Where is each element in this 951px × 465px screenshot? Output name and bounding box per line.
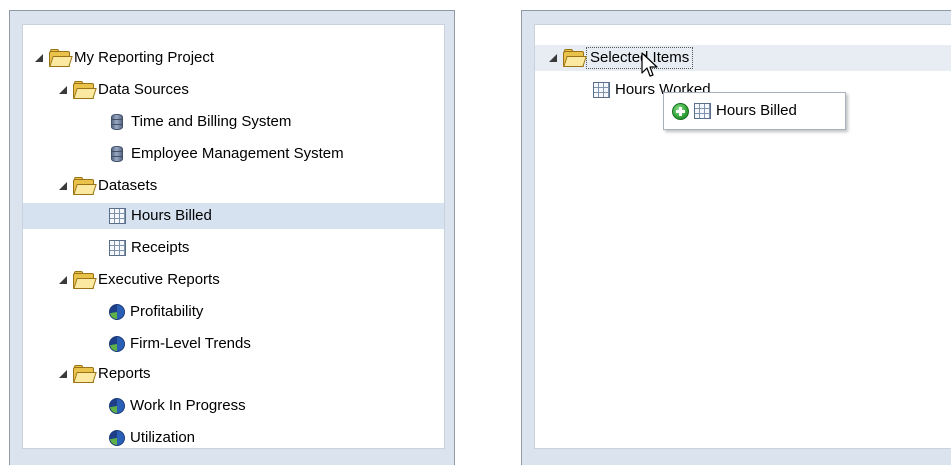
- tree-node-label: Profitability: [130, 303, 204, 320]
- tree-node-work-in-progress[interactable]: Work In Progress: [109, 393, 246, 419]
- report-icon: [109, 336, 125, 352]
- tree-node-label: Work In Progress: [130, 397, 246, 414]
- expander-expanded-icon[interactable]: [549, 54, 557, 62]
- folder-icon: [562, 49, 587, 67]
- database-icon: [111, 146, 123, 162]
- selected-items-panel: Selected Items Hours Worked: [521, 10, 951, 465]
- tree-node-label: Firm-Level Trends: [130, 335, 251, 352]
- grid-icon: [694, 103, 711, 119]
- add-icon: [672, 102, 689, 120]
- tree-node-profitability[interactable]: Profitability: [109, 299, 203, 325]
- folder-icon: [72, 365, 97, 383]
- tree-node-employee-management-system[interactable]: Employee Management System: [109, 141, 344, 167]
- expander-expanded-icon[interactable]: [59, 86, 67, 94]
- expander-expanded-icon[interactable]: [59, 370, 67, 378]
- tree-node-label: Data Sources: [98, 81, 189, 98]
- report-icon: [109, 430, 125, 446]
- folder-icon: [72, 177, 97, 195]
- folder-icon: [72, 271, 97, 289]
- tree-node-firm-level-trends[interactable]: Firm-Level Trends: [109, 331, 251, 357]
- tree-node-label: Time and Billing System: [131, 113, 292, 130]
- tree-node-label: Utilization: [130, 429, 196, 446]
- grid-icon: [109, 208, 126, 224]
- tree-node-hours-billed[interactable]: Hours Billed: [23, 203, 444, 229]
- tree-node-label: Datasets: [98, 177, 158, 194]
- grid-icon: [109, 240, 126, 256]
- tree-node-utilization[interactable]: Utilization: [109, 425, 195, 451]
- tree-node-datasets[interactable]: Datasets: [59, 173, 157, 199]
- tree-node-selected-items[interactable]: Selected Items: [549, 45, 694, 71]
- tree-node-my-reporting-project[interactable]: My Reporting Project: [35, 45, 214, 71]
- expander-expanded-icon[interactable]: [59, 276, 67, 284]
- grid-icon: [593, 82, 610, 98]
- tree-node-label: My Reporting Project: [74, 49, 215, 66]
- tree-node-label: Employee Management System: [131, 145, 344, 162]
- tree-node-executive-reports[interactable]: Executive Reports: [59, 267, 220, 293]
- drag-preview-label: Hours Billed: [716, 102, 797, 119]
- expander-expanded-icon[interactable]: [35, 54, 43, 62]
- tree-node-label: Executive Reports: [98, 271, 220, 288]
- tree-node-data-sources[interactable]: Data Sources: [59, 77, 189, 103]
- tree-node-receipts[interactable]: Receipts: [109, 235, 189, 261]
- pointer-cursor-icon: [641, 52, 658, 77]
- tree-node-time-and-billing-system[interactable]: Time and Billing System: [109, 109, 291, 135]
- expander-expanded-icon[interactable]: [59, 182, 67, 190]
- report-icon: [109, 304, 125, 320]
- folder-icon: [72, 81, 97, 99]
- selected-items-tree[interactable]: Selected Items Hours Worked: [534, 24, 951, 449]
- database-icon: [111, 114, 123, 130]
- tree-node-label: Hours Billed: [131, 207, 212, 224]
- folder-icon: [48, 49, 73, 67]
- source-tree: My Reporting Project Data Sources Time a…: [22, 24, 445, 449]
- tree-node-label: Receipts: [131, 239, 190, 256]
- tree-node-reports[interactable]: Reports: [59, 361, 151, 387]
- source-tree-panel: My Reporting Project Data Sources Time a…: [9, 10, 455, 465]
- tree-node-label: Reports: [98, 365, 151, 382]
- drag-preview-popup: Hours Billed: [663, 92, 846, 130]
- report-icon: [109, 398, 125, 414]
